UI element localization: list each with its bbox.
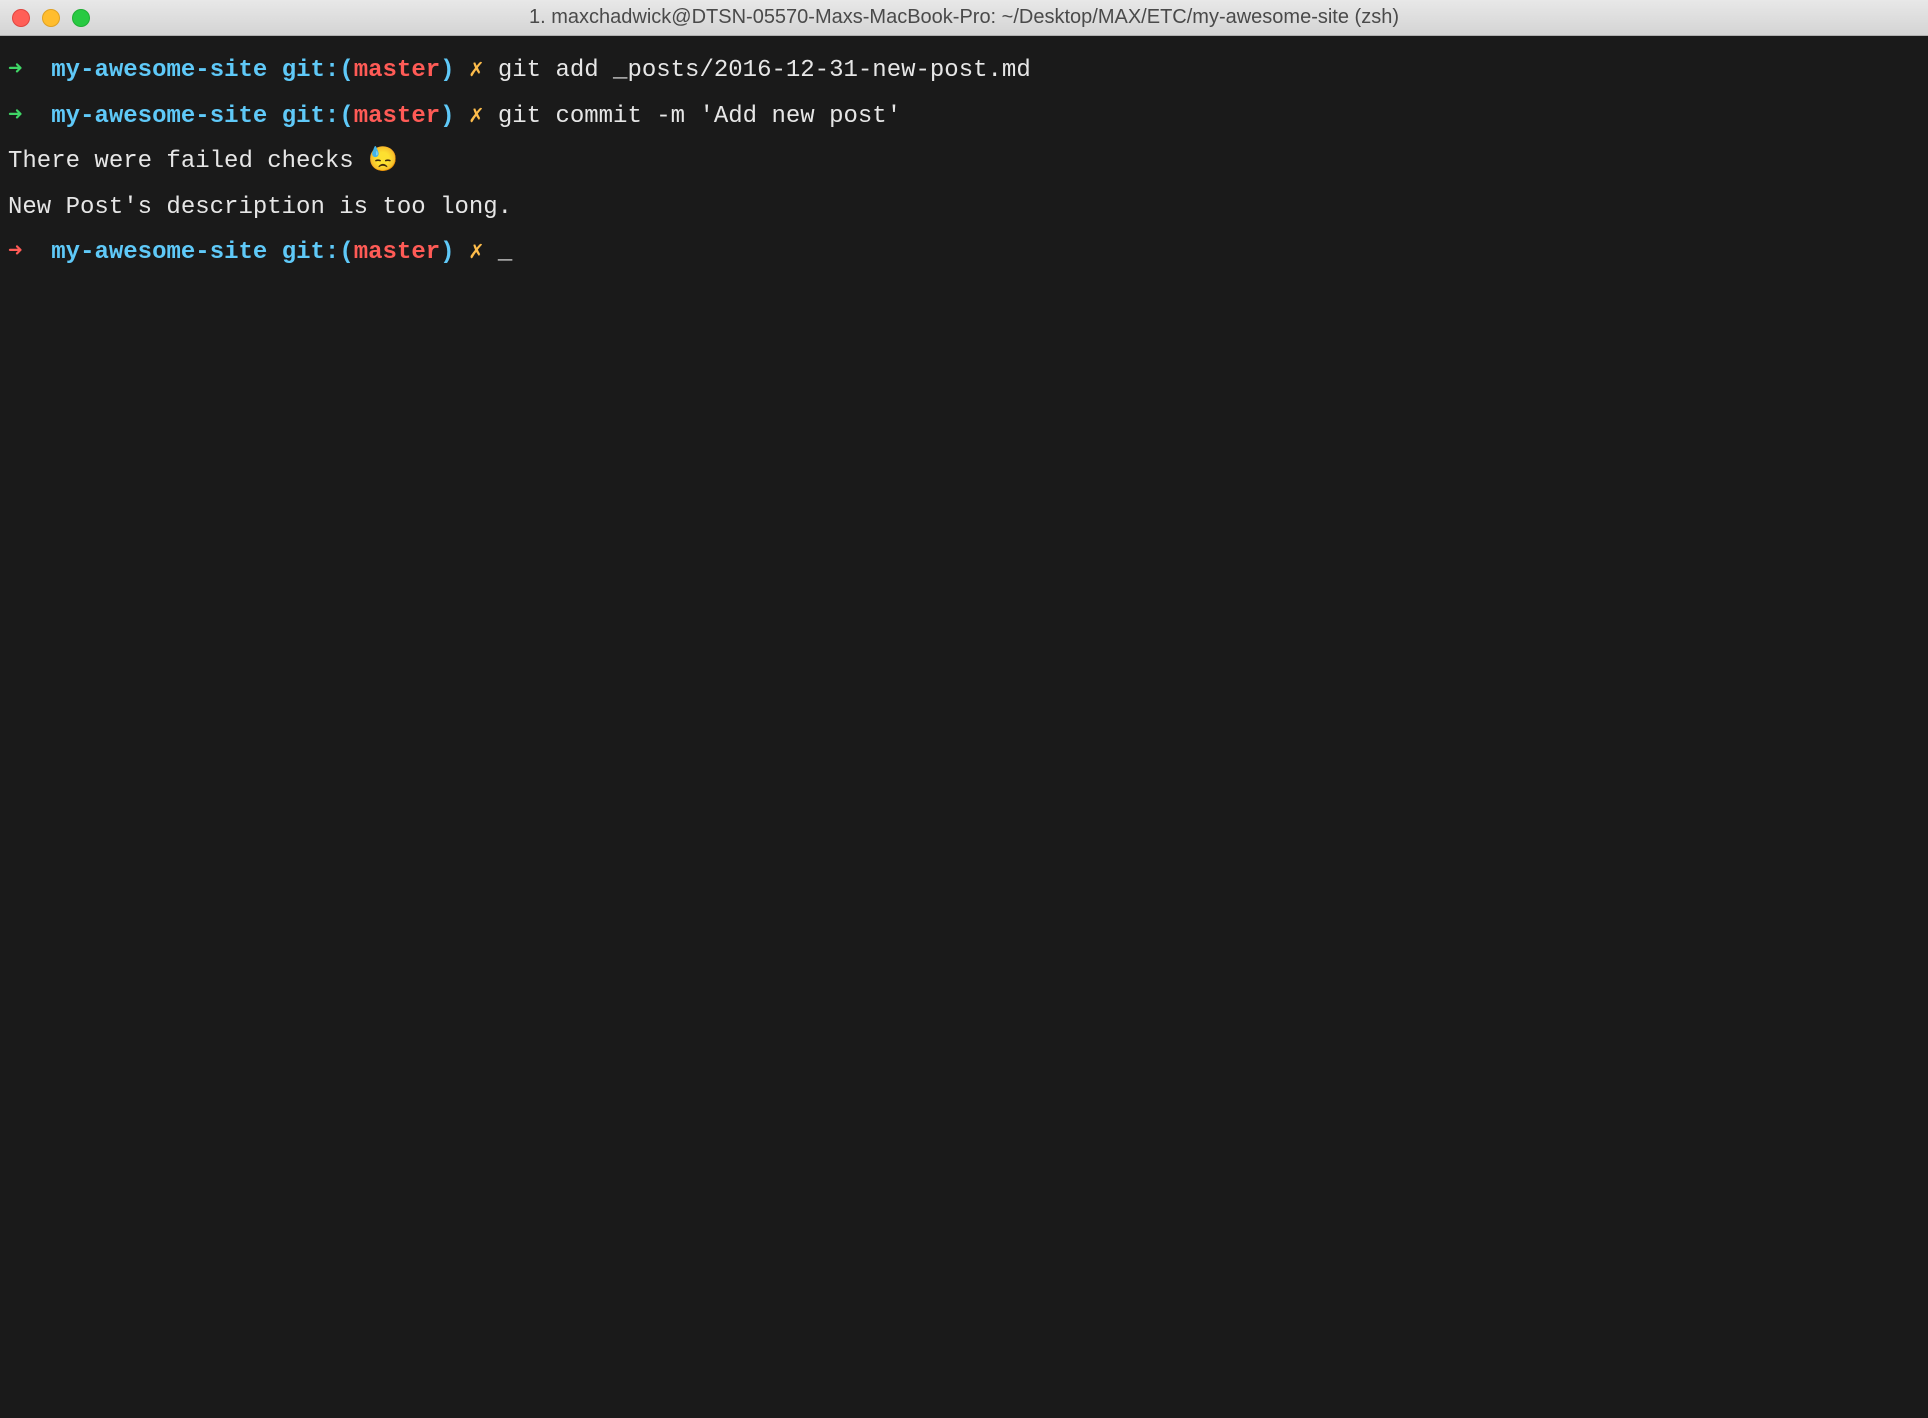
- prompt-git-label: git:: [282, 239, 340, 266]
- command-text: git add _posts/2016-12-31-new-post.md: [498, 57, 1031, 84]
- prompt-paren-open: (: [339, 103, 353, 130]
- prompt-branch: master: [354, 57, 440, 84]
- prompt-dirty-icon: ✗: [469, 103, 483, 130]
- prompt-paren-open: (: [339, 239, 353, 266]
- window-title: 1. maxchadwick@DTSN-05570-Maxs-MacBook-P…: [529, 6, 1399, 29]
- cursor: _: [498, 239, 512, 266]
- traffic-lights: [12, 9, 90, 27]
- prompt-arrow-icon: ➜: [8, 57, 22, 84]
- prompt-arrow-error-icon: ➜: [8, 239, 22, 266]
- prompt-dirty-icon: ✗: [469, 57, 483, 84]
- prompt-paren-close: ): [440, 57, 454, 84]
- prompt-paren-open: (: [339, 57, 353, 84]
- prompt-branch: master: [354, 239, 440, 266]
- window-titlebar: 1. maxchadwick@DTSN-05570-Maxs-MacBook-P…: [0, 0, 1928, 36]
- close-button[interactable]: [12, 9, 30, 27]
- prompt-arrow-icon: ➜: [8, 103, 22, 130]
- terminal-line-1: ➜ my-awesome-site git:(master) ✗ git add…: [8, 48, 1920, 94]
- prompt-paren-close: ): [440, 239, 454, 266]
- prompt-git-label: git:: [282, 57, 340, 84]
- prompt-directory: my-awesome-site: [51, 239, 267, 266]
- terminal-body[interactable]: ➜ my-awesome-site git:(master) ✗ git add…: [0, 36, 1928, 1418]
- maximize-button[interactable]: [72, 9, 90, 27]
- prompt-branch: master: [354, 103, 440, 130]
- prompt-paren-close: ): [440, 103, 454, 130]
- prompt-git-label: git:: [282, 103, 340, 130]
- prompt-directory: my-awesome-site: [51, 103, 267, 130]
- terminal-line-prompt: ➜ my-awesome-site git:(master) ✗ _: [8, 230, 1920, 276]
- terminal-line-2: ➜ my-awesome-site git:(master) ✗ git com…: [8, 94, 1920, 140]
- terminal-output-1: There were failed checks 😓: [8, 139, 1920, 185]
- terminal-output-2: New Post's description is too long.: [8, 185, 1920, 231]
- prompt-dirty-icon: ✗: [469, 239, 483, 266]
- minimize-button[interactable]: [42, 9, 60, 27]
- command-text: git commit -m 'Add new post': [498, 103, 901, 130]
- prompt-directory: my-awesome-site: [51, 57, 267, 84]
